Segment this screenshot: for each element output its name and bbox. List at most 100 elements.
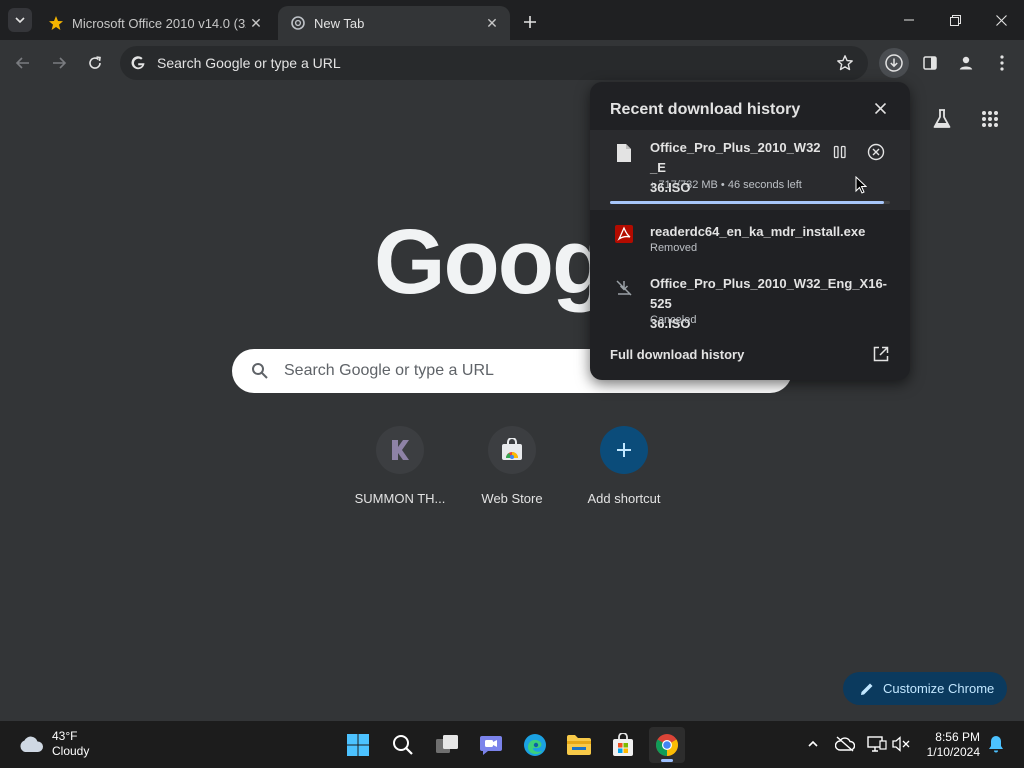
taskbar-search-button[interactable] — [385, 727, 421, 763]
download-progress-bar — [610, 201, 890, 204]
adobe-pdf-icon — [614, 223, 634, 245]
google-apps-button[interactable] — [975, 104, 1005, 134]
download-off-icon — [614, 277, 634, 299]
network-tray-icon[interactable] — [866, 733, 888, 755]
volume-tray-icon[interactable] — [890, 733, 912, 755]
plus-icon — [524, 16, 536, 28]
profile-icon — [959, 56, 973, 70]
file-explorer-button[interactable] — [561, 727, 597, 763]
labs-button[interactable] — [927, 104, 957, 134]
tab-title: Microsoft Office 2010 v14.0 (32... — [72, 15, 246, 31]
back-button[interactable] — [8, 48, 38, 78]
close-icon — [874, 102, 886, 114]
customize-label: Customize Chrome — [883, 681, 995, 696]
address-bar[interactable]: Search Google or type a URL — [120, 46, 868, 80]
cancel-download-button[interactable] — [866, 142, 886, 162]
cloud-icon — [20, 736, 44, 752]
tab-search-button[interactable] — [8, 8, 32, 32]
bookmark-star-icon[interactable] — [836, 54, 854, 72]
apps-grid-icon — [982, 111, 998, 127]
minimize-icon — [904, 19, 914, 21]
shortcut-web-store[interactable]: Web Store — [456, 426, 568, 506]
download-item-canceled[interactable]: Office_Pro_Plus_2010_W32_Eng_X16-525 36.… — [590, 272, 910, 332]
search-icon — [250, 361, 270, 381]
downloads-button[interactable] — [879, 48, 909, 78]
close-tab-icon[interactable]: ✕ — [246, 13, 266, 33]
minimize-button[interactable] — [886, 0, 932, 40]
store-icon — [613, 733, 633, 756]
teams-chat-button[interactable] — [473, 727, 509, 763]
clock-time: 8:56 PM — [935, 730, 980, 744]
chrome-icon — [656, 734, 678, 756]
download-bubble: Recent download history Office_Pro_Plus_… — [590, 82, 910, 380]
plus-icon — [600, 426, 648, 474]
ntp-search-placeholder: Search Google or type a URL — [284, 362, 494, 379]
download-icon — [885, 54, 903, 72]
show-hidden-icons-button[interactable] — [802, 733, 824, 755]
shortcut-summon[interactable]: SUMMON TH... — [344, 426, 456, 506]
star-icon — [48, 15, 64, 31]
tab-new-tab[interactable]: New Tab ✕ — [278, 6, 510, 40]
download-progress-fill — [610, 201, 885, 204]
notifications-button[interactable] — [985, 733, 1007, 755]
chat-icon — [480, 736, 502, 755]
network-icon — [867, 736, 887, 752]
download-status: ↓ 717/732 MB • 46 seconds left — [650, 179, 802, 191]
shortcut-label: Web Store — [481, 491, 543, 506]
mouse-cursor-icon — [855, 176, 867, 194]
flask-icon — [933, 109, 951, 128]
microsoft-store-button[interactable] — [605, 727, 641, 763]
clock-date: 1/10/2024 — [926, 745, 980, 759]
chrome-icon — [290, 15, 306, 31]
file-icon — [614, 142, 634, 164]
chrome-menu-button[interactable] — [987, 48, 1017, 78]
chrome-taskbar-button[interactable] — [649, 727, 685, 763]
onedrive-tray-icon[interactable] — [834, 733, 856, 755]
pause-icon — [833, 145, 846, 159]
tab-office-2010[interactable]: Microsoft Office 2010 v14.0 (32... ✕ — [36, 6, 274, 40]
tab-strip: Microsoft Office 2010 v14.0 (32... ✕ New… — [0, 0, 1024, 40]
download-item-removed[interactable]: readerdc64_en_ka_mdr_install.exe Removed — [590, 220, 910, 260]
close-tab-icon[interactable]: ✕ — [482, 13, 502, 33]
download-item-active[interactable]: Office_Pro_Plus_2010_W32_E 36.ISO ↓ 717/… — [590, 130, 910, 210]
chevron-up-icon — [808, 740, 818, 747]
task-view-icon — [436, 735, 458, 753]
shortcut-label: Add shortcut — [587, 491, 661, 506]
cancel-circle-icon — [867, 143, 885, 161]
google-g-icon — [130, 55, 146, 71]
open-in-new-icon[interactable] — [872, 345, 890, 363]
side-panel-button[interactable] — [915, 48, 945, 78]
web-store-icon — [488, 426, 536, 474]
chevron-down-icon — [15, 17, 25, 24]
volume-mute-icon — [892, 736, 910, 752]
download-status: Canceled — [650, 314, 697, 326]
pencil-icon — [859, 681, 875, 697]
clock[interactable]: 8:56 PM 1/10/2024 — [918, 730, 980, 760]
pause-button[interactable] — [830, 142, 850, 162]
start-button[interactable] — [340, 727, 376, 763]
reload-button[interactable] — [80, 48, 110, 78]
restore-button[interactable] — [932, 0, 978, 40]
download-status: Removed — [650, 242, 698, 254]
new-tab-button[interactable] — [518, 10, 542, 34]
k-logo-icon — [376, 426, 424, 474]
close-window-button[interactable] — [978, 0, 1024, 40]
shortcut-add[interactable]: Add shortcut — [568, 426, 680, 506]
edge-button[interactable] — [517, 727, 553, 763]
profile-button[interactable] — [951, 48, 981, 78]
close-bubble-button[interactable] — [870, 98, 890, 118]
full-download-history-link[interactable]: Full download history — [610, 347, 744, 362]
bell-icon — [989, 736, 1003, 753]
more-vert-icon — [1000, 55, 1004, 71]
taskbar: 43°F Cloudy 8:56 PM 1/10/2024 — [0, 721, 1024, 768]
shortcut-label: SUMMON TH... — [354, 491, 446, 506]
download-bubble-title: Recent download history — [610, 101, 801, 118]
customize-chrome-button[interactable]: Customize Chrome — [843, 672, 1007, 705]
forward-button[interactable] — [44, 48, 74, 78]
restore-icon — [949, 14, 961, 26]
weather-widget[interactable]: 43°F Cloudy — [18, 729, 89, 759]
windows-logo-icon — [347, 734, 369, 756]
back-arrow-icon — [15, 57, 29, 69]
task-view-button[interactable] — [429, 727, 465, 763]
google-logo: Goog — [374, 211, 608, 313]
